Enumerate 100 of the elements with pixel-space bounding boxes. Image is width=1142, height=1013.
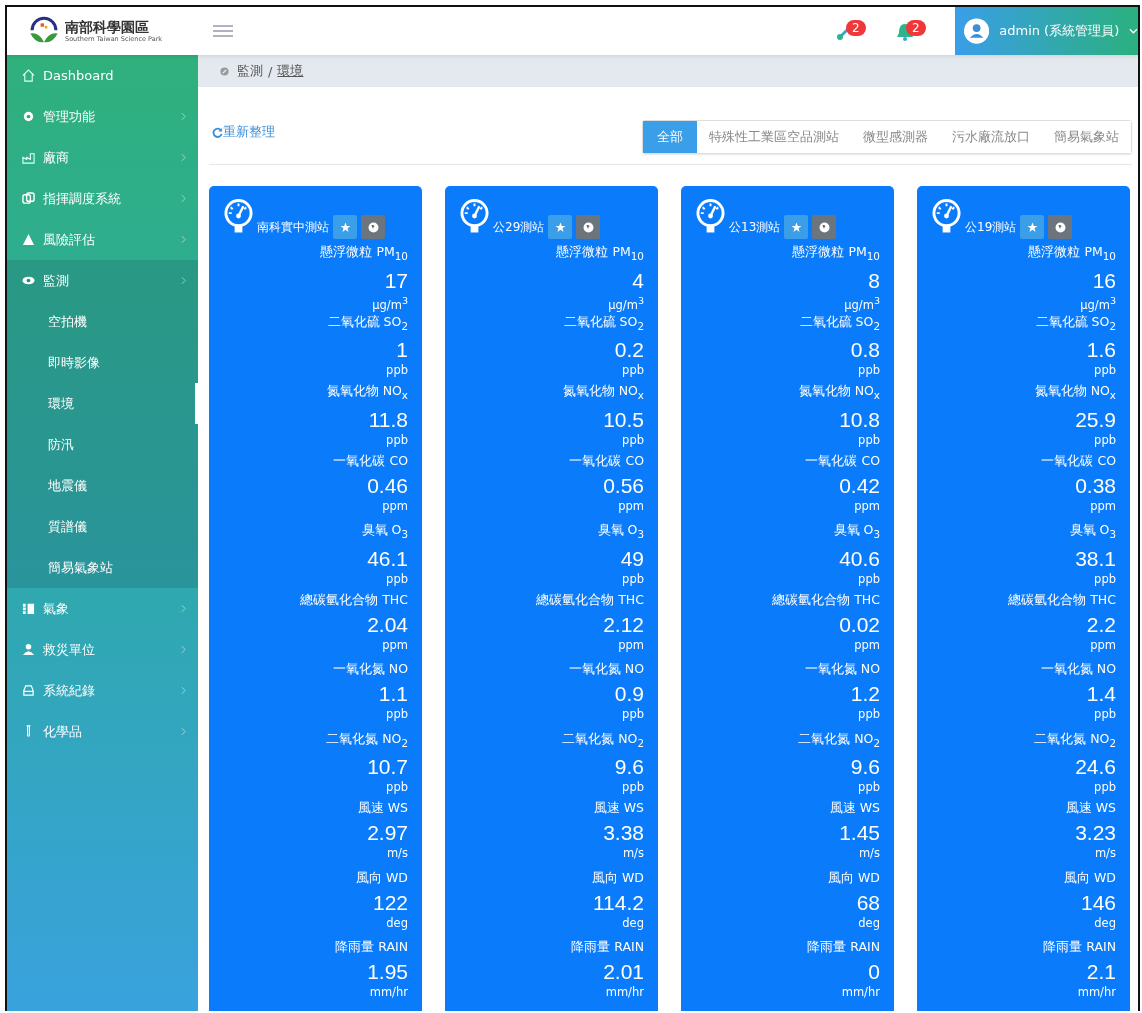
metric-label: 風向 WD bbox=[1064, 868, 1116, 887]
metric-label: 總碳氫化合物 THC bbox=[1008, 590, 1116, 609]
favorite-button[interactable] bbox=[1020, 215, 1045, 239]
metric-unit: ppb bbox=[1094, 706, 1116, 722]
refresh-link[interactable]: 重新整理 bbox=[212, 123, 275, 141]
metric-value: 40.6 bbox=[839, 546, 880, 571]
caret-icon bbox=[1129, 28, 1138, 34]
metric-label: 一氧化氮 NO bbox=[804, 660, 880, 678]
filter-tab[interactable]: 污水廠流放口 bbox=[940, 121, 1042, 153]
metric-value: 2.2 bbox=[1086, 612, 1116, 637]
metric-value: 0.02 bbox=[839, 612, 880, 637]
favorite-button[interactable] bbox=[784, 215, 809, 239]
metric-unit: μg/m$^{3}$ bbox=[372, 293, 408, 313]
metric-label: 風向 WD bbox=[592, 868, 644, 887]
metric-label: 二氧化硫 SO$_{2}$ bbox=[563, 312, 644, 333]
breadcrumb-link[interactable]: 環境 bbox=[277, 62, 304, 80]
sidebar-subitem[interactable]: 即時影像 bbox=[7, 342, 198, 383]
metric-value: 146 bbox=[1080, 890, 1116, 915]
metric-unit: ppm bbox=[618, 636, 644, 653]
favorite-button[interactable] bbox=[333, 215, 357, 239]
sidebar-subitem[interactable]: 防汛 bbox=[7, 424, 198, 465]
sidebar-item[interactable]: 監測 bbox=[7, 260, 198, 301]
metric-label: 氮氧化物 NO$_{x}$ bbox=[1034, 382, 1116, 403]
eye-icon bbox=[22, 274, 35, 287]
globe-icon bbox=[582, 221, 594, 233]
metric-label: 懸浮微粒 PM$_{10}$ bbox=[320, 243, 408, 264]
metric-value: 0.9 bbox=[614, 682, 644, 706]
metric-unit: ppb bbox=[858, 779, 880, 795]
metric-value: 1.1 bbox=[378, 682, 408, 706]
globe-button[interactable] bbox=[576, 215, 601, 239]
metric-value: 1.6 bbox=[1086, 338, 1116, 362]
globe-button[interactable] bbox=[812, 215, 837, 239]
sidebar-subitem[interactable]: 質譜儀 bbox=[7, 506, 198, 547]
menu-icon[interactable] bbox=[213, 25, 233, 37]
filter-tab[interactable]: 簡易氣象站 bbox=[1042, 121, 1131, 153]
metric-label: 懸浮微粒 PM$_{10}$ bbox=[556, 243, 644, 264]
sidebar-item[interactable]: 指揮調度系統 bbox=[7, 178, 198, 219]
metric-value: 10.5 bbox=[603, 407, 644, 432]
user-menu[interactable]: admin (系統管理員) bbox=[955, 7, 1138, 55]
metric-value: 1 bbox=[396, 338, 408, 362]
sidebar-item[interactable]: 風險評估 bbox=[7, 219, 198, 260]
metric-unit: mm/hr bbox=[841, 984, 880, 1000]
chevron-icon bbox=[181, 194, 186, 203]
metric-label: 總碳氫化合物 THC bbox=[300, 590, 408, 609]
metric-value: 9.6 bbox=[614, 755, 644, 779]
refresh-icon bbox=[212, 126, 223, 138]
filter-tab[interactable]: 特殊性工業區空品測站 bbox=[697, 121, 851, 153]
chevron-icon bbox=[181, 235, 186, 244]
metric-value: 9.6 bbox=[850, 755, 880, 779]
station-name: 公13測站 bbox=[729, 219, 781, 236]
metric-value: 2.12 bbox=[603, 612, 644, 637]
metric-value: 1.4 bbox=[1086, 682, 1116, 706]
chevron-icon bbox=[181, 645, 186, 654]
metric-label: 一氧化氮 NO bbox=[332, 660, 408, 678]
sidebar-item[interactable]: 廠商 bbox=[7, 137, 198, 178]
sidebar-subitem[interactable]: 環境 bbox=[7, 383, 198, 424]
sidebar-item[interactable]: 氣象 bbox=[7, 588, 198, 629]
sidebar-item[interactable]: 化學品 bbox=[7, 711, 198, 752]
filter-tab[interactable]: 全部 bbox=[643, 121, 697, 153]
metric-label: 降雨量 RAIN bbox=[571, 938, 644, 956]
metric-unit: m/s bbox=[858, 845, 880, 861]
metric-value: 17 bbox=[384, 268, 408, 293]
globe-button[interactable] bbox=[1048, 215, 1073, 239]
metric-label: 氮氧化物 NO$_{x}$ bbox=[562, 382, 644, 403]
metric-unit: deg bbox=[622, 914, 644, 931]
sidebar-subitem[interactable]: 簡易氣象站 bbox=[7, 547, 198, 588]
metric-unit: ppm bbox=[1090, 636, 1116, 653]
metric-label: 總碳氫化合物 THC bbox=[772, 590, 880, 609]
globe-button[interactable] bbox=[361, 215, 385, 239]
metric-label: 二氧化硫 SO$_{2}$ bbox=[327, 312, 408, 333]
sidebar-item[interactable]: 系統紀錄 bbox=[7, 670, 198, 711]
metric-label: 一氧化碳 CO bbox=[1041, 451, 1116, 470]
favorite-button[interactable] bbox=[548, 215, 573, 239]
metric-unit: deg bbox=[1094, 914, 1116, 931]
metric-label: 氮氧化物 NO$_{x}$ bbox=[326, 382, 408, 403]
sidebar-item[interactable]: 救災單位 bbox=[7, 629, 198, 670]
metric-value: 49 bbox=[620, 546, 644, 571]
metric-unit: ppb bbox=[622, 431, 644, 448]
factory-icon bbox=[22, 151, 35, 164]
star-icon bbox=[554, 221, 566, 233]
metric-unit: μg/m$^{3}$ bbox=[608, 293, 644, 313]
filter-tab[interactable]: 微型感測器 bbox=[851, 121, 940, 153]
metric-value: 2.01 bbox=[603, 960, 644, 984]
location-icon bbox=[220, 66, 229, 76]
breadcrumb-text: 監測 bbox=[237, 62, 263, 80]
metric-unit: ppb bbox=[1094, 570, 1116, 587]
star-icon bbox=[790, 221, 802, 233]
metric-label: 風速 WS bbox=[829, 799, 880, 817]
sidebar-subitem[interactable]: 地震儀 bbox=[7, 465, 198, 506]
metric-value: 10.8 bbox=[839, 407, 880, 432]
sidebar-subitem[interactable]: 空拍機 bbox=[7, 301, 198, 342]
metric-value: 0 bbox=[868, 960, 880, 984]
metric-value: 16 bbox=[1092, 268, 1116, 293]
sidebar-item[interactable]: Dashboard bbox=[7, 55, 198, 96]
metric-label: 二氧化氮 NO$_{2}$ bbox=[1034, 729, 1116, 750]
sidebar-item[interactable]: 管理功能 bbox=[7, 96, 198, 137]
metric-unit: ppb bbox=[386, 362, 408, 378]
metric-label: 二氧化氮 NO$_{2}$ bbox=[326, 729, 408, 750]
metric-label: 臭氧 O$_{3}$ bbox=[833, 521, 880, 542]
metric-unit: μg/m$^{3}$ bbox=[844, 293, 880, 313]
